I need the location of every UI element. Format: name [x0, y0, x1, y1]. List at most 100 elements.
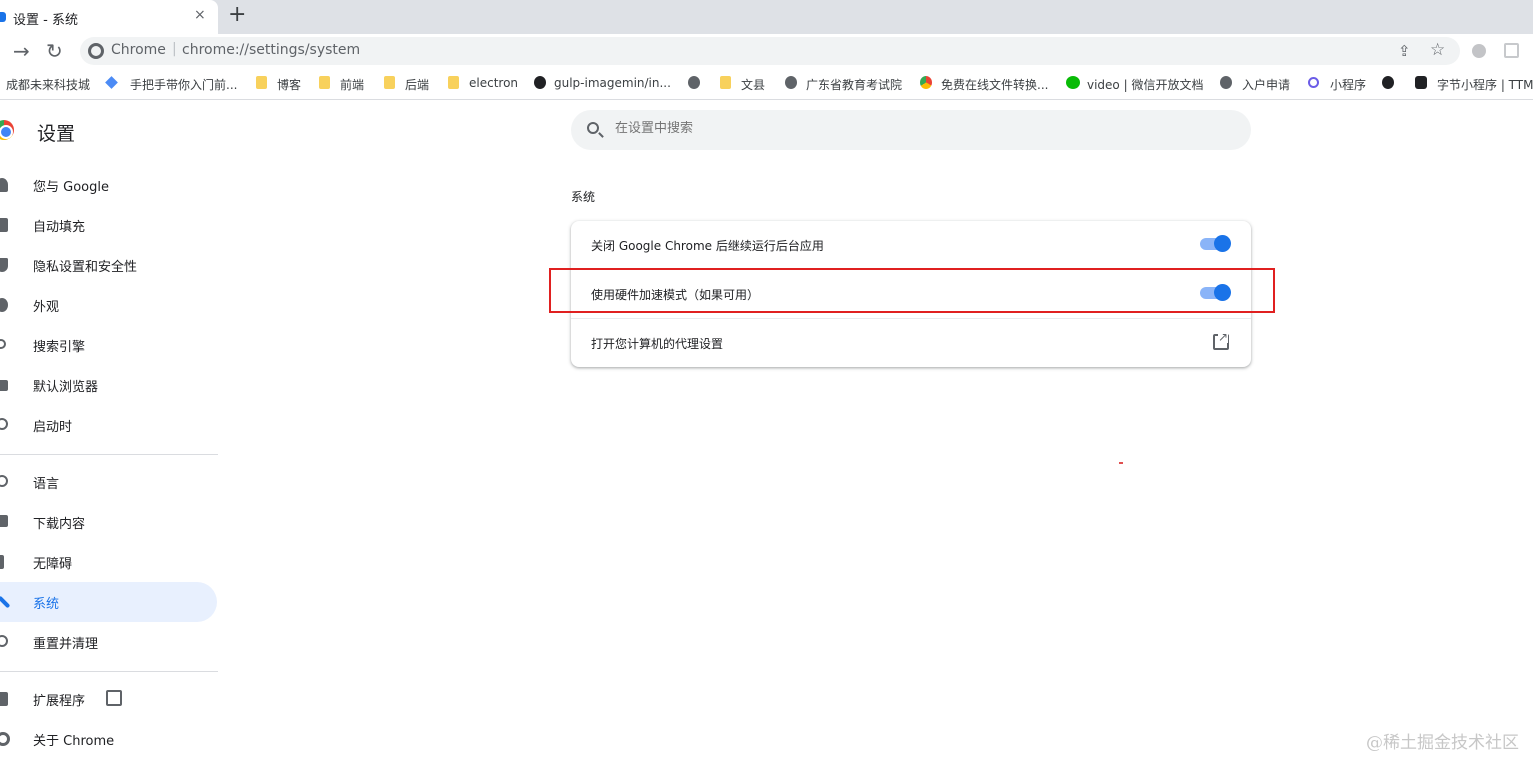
sidebar-item-accessibility[interactable]: 无障碍	[0, 542, 217, 582]
settings-search[interactable]	[571, 110, 1251, 150]
browser-toolbar: → ↻ Chrome | chrome://settings/system ⇪ …	[0, 34, 1533, 68]
setting-row-background-apps[interactable]: 关闭 Google Chrome 后继续运行后台应用	[571, 221, 1251, 269]
settings-favicon-icon	[0, 12, 6, 22]
sidebar-divider	[0, 671, 218, 672]
bookmark-item[interactable]: video | 微信开放文档	[1087, 76, 1203, 93]
sidebar-item-label: 启动时	[33, 420, 73, 435]
sidebar-item-label: 重置并清理	[33, 637, 99, 652]
new-tab-icon[interactable]: +	[228, 2, 246, 27]
clipboard-icon	[0, 218, 8, 232]
setting-label: 关闭 Google Chrome 后继续运行后台应用	[591, 239, 824, 253]
sidebar-item-downloads[interactable]: 下载内容	[0, 502, 217, 542]
close-tab-icon[interactable]: ×	[194, 7, 206, 23]
chrome-icon	[0, 732, 10, 746]
address-bar[interactable]: Chrome | chrome://settings/system ⇪ ☆	[80, 37, 1460, 65]
tab-settings[interactable]: 设置 - 系统 ×	[0, 0, 218, 34]
highlight-box	[549, 268, 1275, 313]
accessibility-icon	[0, 555, 4, 569]
globe-icon	[688, 76, 700, 89]
tiktok-icon	[1415, 76, 1427, 89]
bookmark-folder[interactable]: 博客	[277, 76, 301, 93]
sidebar-item-about-chrome[interactable]: 关于 Chrome	[0, 719, 217, 759]
bookmark-item[interactable]: 广东省教育考试院	[806, 76, 902, 93]
folder-icon	[448, 76, 459, 89]
chrome-site-icon[interactable]	[88, 43, 104, 59]
omnibox-url[interactable]: chrome://settings/system	[182, 42, 360, 58]
chrome-logo-icon	[0, 120, 14, 140]
globe-icon	[785, 76, 797, 89]
sidebar-item-appearance[interactable]: 外观	[0, 285, 217, 325]
omnibox-separator: |	[172, 41, 177, 57]
sidebar-item-label: 扩展程序	[33, 694, 86, 709]
sidebar-item-reset[interactable]: 重置并清理	[0, 622, 217, 662]
bookmarks-bar: 成都未来科技城 手把手带你入门前... 博客 前端 后端 electron gu…	[0, 68, 1533, 100]
sidebar-item-label: 搜索引擎	[33, 340, 86, 355]
wechat-icon	[1066, 76, 1080, 89]
open-in-new-icon[interactable]	[1213, 331, 1229, 350]
puzzle-icon	[0, 692, 8, 706]
bookmark-item[interactable]: 小程序	[1330, 76, 1366, 93]
bookmark-folder[interactable]: 前端	[340, 76, 364, 93]
setting-row-proxy[interactable]: 打开您计算机的代理设置	[571, 318, 1251, 366]
sidebar-item-autofill[interactable]: 自动填充	[0, 205, 217, 245]
forward-icon[interactable]: →	[13, 39, 30, 63]
sidebar-item-label: 自动填充	[33, 220, 86, 235]
github-icon	[534, 76, 546, 89]
sidebar-item-privacy[interactable]: 隐私设置和安全性	[0, 245, 217, 285]
sidebar-item-on-startup[interactable]: 启动时	[0, 405, 217, 445]
wrench-icon	[0, 595, 11, 609]
globe-icon	[0, 475, 8, 487]
bookmark-folder[interactable]: 后端	[405, 76, 429, 93]
toggle-knob	[1214, 235, 1231, 252]
bookmark-item[interactable]: gulp-imagemin/in...	[554, 76, 671, 90]
folder-icon	[256, 76, 267, 89]
search-icon	[587, 122, 599, 134]
tab-strip: 设置 - 系统 × +	[0, 0, 1533, 34]
palette-icon	[0, 298, 8, 312]
extension-icon[interactable]	[1504, 43, 1519, 58]
background-apps-toggle[interactable]	[1200, 235, 1231, 252]
setting-label: 打开您计算机的代理设置	[591, 337, 724, 351]
sidebar-item-you-and-google[interactable]: 您与 Google	[0, 165, 217, 205]
folder-icon	[319, 76, 330, 89]
omnibox-site-label: Chrome	[111, 42, 166, 58]
share-icon[interactable]: ⇪	[1398, 42, 1411, 60]
shield-icon	[0, 258, 8, 272]
bookmark-folder[interactable]: 文县	[741, 76, 765, 93]
power-icon	[0, 418, 8, 430]
history-icon	[0, 635, 8, 647]
chrome-icon	[920, 76, 932, 89]
watermark: @稀土掘金技术社区	[1366, 733, 1519, 753]
sidebar-item-label: 外观	[33, 300, 60, 315]
section-title: 系统	[571, 190, 596, 204]
sidebar-item-label: 默认浏览器	[33, 380, 99, 395]
search-icon	[0, 339, 6, 349]
sidebar-item-label: 下载内容	[33, 517, 86, 532]
sidebar-item-default-browser[interactable]: 默认浏览器	[0, 365, 217, 405]
bookmark-folder[interactable]: electron	[469, 76, 518, 90]
bookmark-item[interactable]: 字节小程序 | TTM	[1437, 76, 1533, 93]
browser-window-icon	[0, 380, 8, 391]
stray-mark	[1119, 462, 1123, 464]
sidebar-item-label: 无障碍	[33, 557, 73, 572]
sidebar-item-languages[interactable]: 语言	[0, 462, 217, 502]
bookmark-item[interactable]: 入户申请	[1242, 76, 1290, 93]
mini-program-icon	[1308, 77, 1319, 88]
page-title: 设置	[37, 123, 76, 145]
sidebar-item-label: 隐私设置和安全性	[33, 260, 138, 275]
sidebar-item-label: 系统	[33, 597, 60, 612]
sidebar-item-label: 关于 Chrome	[33, 734, 115, 749]
open-in-new-icon[interactable]	[106, 690, 122, 706]
folder-icon	[384, 76, 395, 89]
reload-icon[interactable]: ↻	[46, 39, 63, 63]
sidebar-item-label: 您与 Google	[33, 180, 109, 195]
bookmark-item[interactable]: 成都未来科技城	[6, 76, 90, 93]
sidebar-item-label: 语言	[33, 477, 60, 492]
search-input[interactable]	[615, 121, 1215, 136]
bookmark-item[interactable]: 手把手带你入门前...	[130, 76, 237, 93]
bookmark-star-icon[interactable]: ☆	[1430, 40, 1445, 60]
extension-icon[interactable]	[1472, 44, 1486, 58]
sidebar-item-search-engine[interactable]: 搜索引擎	[0, 325, 217, 365]
sidebar-item-system[interactable]: 系统	[0, 582, 217, 622]
bookmark-item[interactable]: 免费在线文件转换...	[941, 76, 1048, 93]
